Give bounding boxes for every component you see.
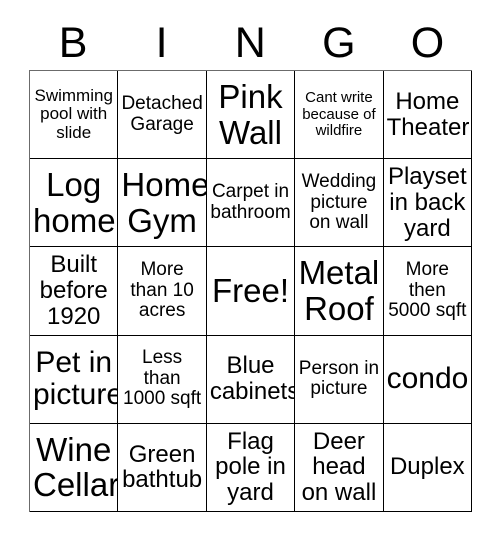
bingo-cell-label: Carpet in bathroom — [210, 181, 291, 223]
bingo-cell[interactable]: Wine Cellar — [30, 423, 119, 513]
bingo-cell-label: Free! — [212, 272, 290, 310]
bingo-cell[interactable]: Pet in picture — [30, 335, 119, 424]
bingo-cell[interactable]: Wedding picture on wall — [295, 159, 384, 248]
bingo-cell[interactable]: Pink Wall — [206, 71, 296, 160]
bingo-cell[interactable]: Home Theater — [383, 71, 473, 160]
bingo-cell[interactable]: Built before 1920 — [30, 247, 119, 336]
bingo-cell[interactable]: Deer head on wall — [295, 423, 384, 513]
bingo-cell-label: Log home — [33, 166, 116, 239]
bingo-row: Swimming pool with slide Detached Garage P… — [30, 71, 473, 160]
bingo-cell[interactable]: Duplex — [383, 423, 473, 513]
bingo-cell[interactable]: Blue cabinets — [206, 335, 296, 424]
bingo-cell-label: Wine Cellar — [33, 430, 119, 504]
bingo-row: Wine Cellar Green bathtub Flag pole in yar… — [30, 423, 473, 513]
bingo-cell[interactable]: Metal Roof — [295, 247, 384, 336]
bingo-header-letter: O — [410, 18, 445, 67]
bingo-cell-label: Person in picture — [298, 357, 380, 400]
bingo-free-cell[interactable]: Free! — [206, 247, 296, 336]
bingo-row: Log home Home Gym Carpet in bathroom Weddin… — [30, 159, 473, 248]
bingo-cell-label: Duplex — [389, 453, 465, 481]
bingo-cell-label: Blue cabinets — [209, 352, 296, 406]
bingo-cell-label: Less than 1000 sqft — [123, 347, 202, 410]
bingo-cell[interactable]: More than 10 acres — [118, 247, 207, 336]
bingo-cell[interactable]: Home Gym — [118, 159, 207, 248]
bingo-header: BINGO — [29, 16, 472, 70]
bingo-cell-label: condo — [386, 362, 469, 396]
bingo-cell-label: Green bathtub — [122, 440, 203, 494]
bingo-cell[interactable]: Cant write because of wildfire — [295, 71, 384, 160]
bingo-cell-label: More than 10 acres — [130, 259, 194, 322]
bingo-cell[interactable]: Flag pole in yard — [206, 423, 296, 513]
bingo-cell-label: Pet in picture — [33, 345, 119, 412]
bingo-cell[interactable]: Swimming pool with slide — [30, 71, 119, 160]
bingo-row: Pet in picture Less than 1000 sqft Blue ca… — [30, 335, 473, 424]
bingo-cell-label: Cant write because of wildfire — [302, 89, 376, 139]
bingo-cell-label: Pink Wall — [218, 77, 283, 151]
bingo-cell-label: Home Theater — [386, 87, 470, 141]
bingo-cell-label: Metal Roof — [298, 254, 380, 327]
bingo-cell-label: More then 5000 sqft — [388, 259, 467, 322]
bingo-row: Built before 1920 More than 10 acres Free!… — [30, 247, 473, 336]
bingo-cell[interactable]: condo — [383, 335, 473, 424]
bingo-cell-label: Swimming pool with slide — [34, 86, 113, 142]
bingo-cell[interactable]: Person in picture — [295, 335, 384, 424]
bingo-header-letter: N — [234, 18, 267, 67]
bingo-cell[interactable]: Detached Garage — [118, 71, 207, 160]
bingo-cell-label: Flag pole in yard — [215, 427, 286, 507]
bingo-cell[interactable]: Carpet in bathroom — [206, 159, 296, 248]
bingo-cell-label: Playset in back yard — [387, 162, 467, 242]
bingo-cell-label: Detached Garage — [121, 93, 203, 135]
bingo-cell-label: Built before 1920 — [39, 251, 108, 330]
bingo-header-letter: B — [58, 18, 88, 67]
bingo-cell[interactable]: Log home — [30, 159, 119, 248]
bingo-cell[interactable]: More then 5000 sqft — [383, 247, 473, 336]
bingo-cell-label: Home Gym — [121, 166, 207, 239]
bingo-cell-label: Wedding picture on wall — [301, 171, 377, 234]
bingo-card: B I N G O Swimming pool with slide Detached G… — [0, 0, 500, 544]
bingo-header-letter: I — [155, 18, 169, 67]
bingo-cell-label: Deer head on wall — [301, 427, 377, 507]
bingo-cell[interactable]: Less than 1000 sqft — [118, 335, 207, 424]
bingo-cell[interactable]: Green bathtub — [118, 423, 207, 513]
bingo-header-letter: G — [322, 18, 357, 67]
bingo-cell[interactable]: Playset in back yard — [383, 159, 473, 248]
bingo-grid: Swimming pool with slide Detached Garage P… — [29, 70, 473, 513]
